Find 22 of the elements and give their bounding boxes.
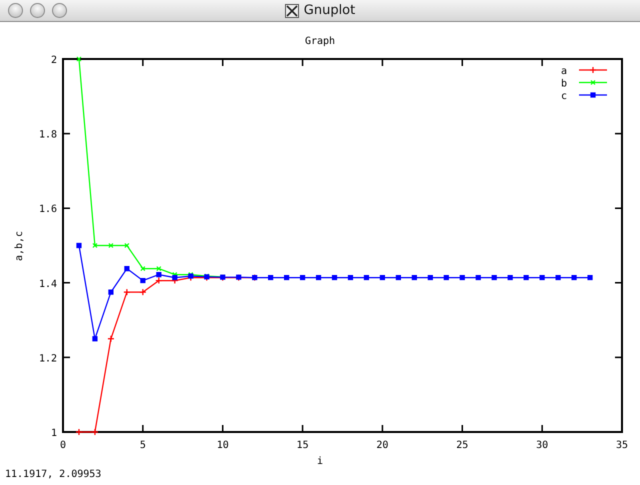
window-title: Gnuplot (304, 3, 356, 18)
x-tick-label: 25 (456, 440, 468, 451)
x-tick-label: 10 (216, 440, 229, 451)
x-tick-label: 5 (140, 440, 146, 451)
x-tick-label: 35 (616, 440, 628, 451)
y-axis-label: a,b,c (14, 230, 25, 262)
x-tick-label: 30 (536, 440, 548, 451)
x-tick-label: 20 (376, 440, 388, 451)
x-axis-label: i (316, 456, 324, 465)
legend-label: b (560, 78, 567, 90)
legend-label: a (560, 66, 567, 77)
y-tick-label: 1.4 (38, 278, 57, 290)
y-tick-label: 2 (50, 55, 57, 66)
y-tick-label: 1.6 (38, 204, 57, 216)
cursor-coordinates: 11.1917, 2.09953 (4, 468, 102, 482)
x-tick-label: 15 (296, 440, 309, 451)
x-tick-label: 0 (60, 440, 66, 451)
y-tick-label: 1.2 (38, 353, 57, 364)
y-tick-label: 1.8 (38, 130, 57, 141)
y-tick-label: 1 (50, 428, 57, 439)
chart-title: Graph (304, 36, 336, 47)
legend-label: c (560, 91, 567, 102)
